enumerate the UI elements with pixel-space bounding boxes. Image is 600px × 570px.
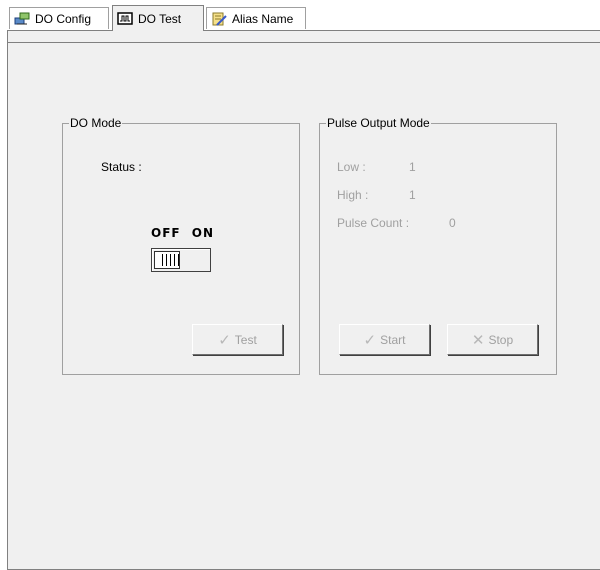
do-mode-title: DO Mode	[69, 116, 123, 130]
low-label: Low :	[337, 160, 366, 174]
edit-notepad-icon	[211, 12, 227, 26]
check-icon: ✓	[218, 331, 231, 349]
status-label: Status :	[101, 160, 142, 174]
test-button-label: Test	[234, 332, 257, 347]
stop-button[interactable]: ✕ Stop	[447, 324, 538, 355]
pulse-output-title: Pulse Output Mode	[326, 116, 431, 130]
pulse-count-label: Pulse Count :	[337, 216, 410, 230]
pulse-count-value: 0	[449, 216, 456, 230]
tab-label: DO Test	[138, 11, 182, 26]
check-icon: ✓	[363, 331, 377, 349]
start-button-label: Start	[380, 332, 406, 347]
stop-button-label: Stop	[488, 332, 514, 347]
test-monitor-icon	[117, 11, 133, 26]
switch-knob[interactable]	[154, 251, 180, 269]
tab-label: DO Config	[35, 11, 92, 26]
on-label: ON	[191, 226, 215, 240]
panel-divider	[8, 42, 600, 43]
pulse-output-group: Pulse Output Mode Low : 1 High : 1 Pulse…	[319, 116, 557, 375]
switch-labels: OFF ON	[151, 226, 214, 240]
tab-content-panel: DO Mode Status : OFF ON ✓ Test Pulse Out…	[7, 30, 600, 570]
test-button[interactable]: ✓ Test	[192, 324, 283, 355]
high-value: 1	[409, 188, 416, 202]
tab-label: Alias Name	[232, 11, 294, 26]
tab-alias-name[interactable]: Alias Name	[206, 7, 306, 29]
low-value: 1	[409, 160, 416, 174]
tab-do-config[interactable]: DO Config	[9, 7, 109, 29]
tab-do-test[interactable]: DO Test	[112, 5, 204, 31]
high-label: High :	[337, 188, 369, 202]
x-icon: ✕	[471, 331, 485, 349]
off-label: OFF	[151, 226, 181, 240]
start-button[interactable]: ✓ Start	[339, 324, 430, 355]
do-mode-group: DO Mode Status : OFF ON ✓ Test	[62, 116, 300, 375]
tab-strip: DO Config DO Test Alias Name	[0, 0, 600, 31]
network-config-icon	[14, 12, 30, 26]
do-toggle-switch[interactable]	[151, 248, 211, 272]
